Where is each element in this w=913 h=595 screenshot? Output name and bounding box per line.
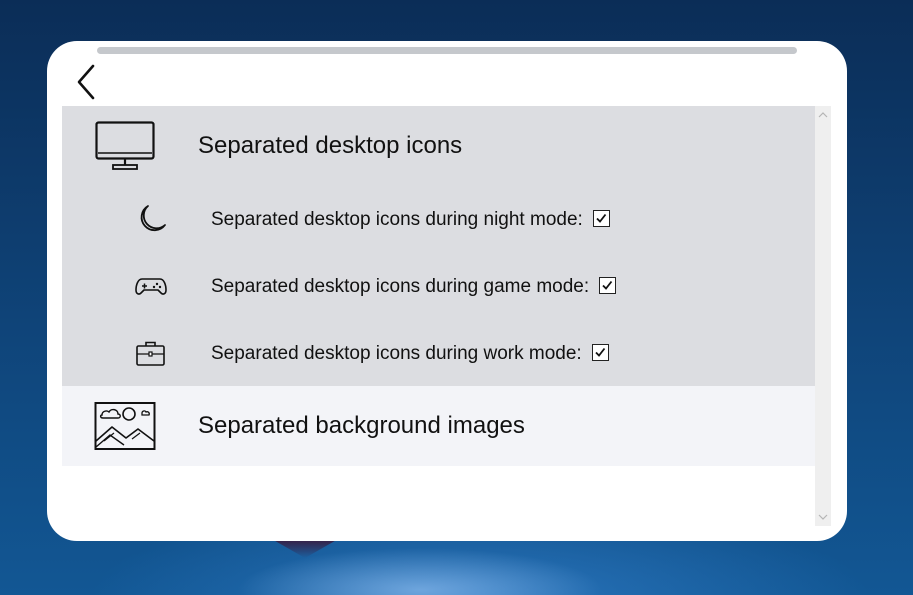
landscape-image-icon — [94, 401, 156, 451]
background-images-row[interactable]: Separated background images — [62, 386, 815, 466]
moon-icon — [134, 204, 168, 234]
option-label: Separated desktop icons during night mod… — [211, 209, 610, 231]
vertical-scrollbar[interactable] — [815, 106, 831, 526]
option-label-text: Separated desktop icons during game mode… — [211, 276, 590, 297]
work-mode-option: Separated desktop icons during work mode… — [62, 320, 815, 386]
back-button[interactable] — [73, 63, 103, 101]
briefcase-icon — [134, 338, 168, 368]
section-title: Separated background images — [198, 412, 525, 439]
scroll-up-icon[interactable] — [818, 111, 828, 119]
checkmark-icon — [595, 347, 605, 357]
option-label-text: Separated desktop icons during night mod… — [211, 209, 583, 230]
section-desktop-icons: Separated desktop icons Separated deskto… — [62, 106, 815, 386]
gamepad-icon — [134, 271, 168, 301]
checkmark-icon — [596, 213, 607, 223]
game-mode-option: Separated desktop icons during game mode… — [62, 253, 815, 319]
chevron-left-icon — [77, 64, 95, 100]
monitor-icon — [95, 121, 155, 171]
night-mode-option: Separated desktop icons during night mod… — [62, 186, 815, 252]
work-mode-checkbox[interactable] — [591, 344, 609, 361]
drag-handle[interactable] — [97, 47, 797, 54]
section-title: Separated desktop icons — [198, 132, 463, 159]
checkmark-icon — [602, 280, 613, 290]
scroll-down-icon[interactable] — [818, 513, 828, 521]
night-mode-checkbox[interactable] — [592, 210, 610, 227]
settings-list: Separated desktop icons Separated deskto… — [62, 106, 815, 466]
settings-panel: Separated desktop icons Separated deskto… — [47, 41, 847, 541]
option-label: Separated desktop icons during game mode… — [211, 276, 617, 298]
option-label: Separated desktop icons during work mode… — [211, 343, 609, 365]
game-mode-checkbox[interactable] — [599, 277, 617, 294]
desktop-icons-row[interactable]: Separated desktop icons — [62, 106, 815, 186]
option-label-text: Separated desktop icons during work mode… — [211, 343, 582, 364]
